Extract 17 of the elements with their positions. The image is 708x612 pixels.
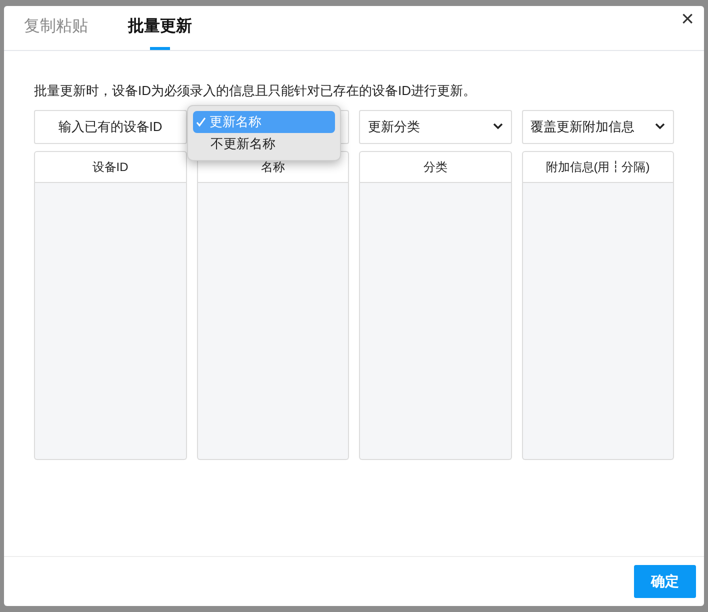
close-button[interactable]: × <box>681 8 694 30</box>
field-label: 输入已有的设备ID <box>34 110 186 144</box>
chevron-down-icon <box>492 123 502 130</box>
column-header: 分类 <box>359 150 512 182</box>
paste-area[interactable] <box>196 182 349 460</box>
tab[interactable]: 批量更新 <box>128 6 192 50</box>
paste-area[interactable] <box>522 182 674 460</box>
column-header: 附加信息(用┇分隔) <box>522 150 674 182</box>
dropdown-select[interactable]: 更新分类 <box>359 110 512 144</box>
dropdown-select[interactable]: 覆盖更新附加信息 <box>522 110 674 144</box>
chevron-down-icon <box>655 123 665 130</box>
checkmark-icon <box>196 116 206 126</box>
description-text: 批量更新时，设备ID为必须录入的信息且只能针对已存在的设备ID进行更新。 <box>34 82 477 100</box>
tab[interactable]: 复制粘贴 <box>24 6 88 50</box>
column-header: 设备ID <box>34 150 186 182</box>
paste-area[interactable] <box>359 182 512 460</box>
paste-area[interactable] <box>34 182 186 460</box>
